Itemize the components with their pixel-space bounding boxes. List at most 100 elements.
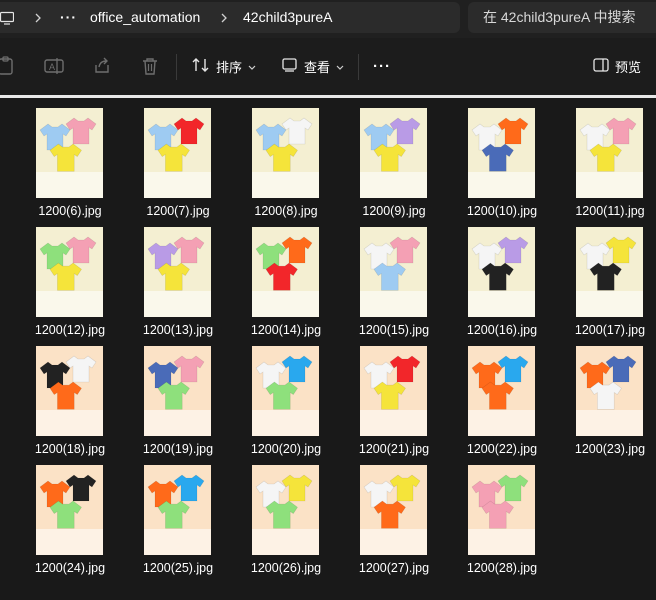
file-name: 1200(17).jpg bbox=[574, 323, 646, 337]
file-thumbnail bbox=[144, 465, 211, 555]
view-label: 查看 bbox=[304, 59, 331, 75]
file-thumbnail bbox=[468, 227, 535, 317]
file-item[interactable]: 1200(11).jpg bbox=[574, 98, 656, 218]
file-name: 1200(28).jpg bbox=[466, 561, 538, 575]
file-item[interactable]: 1200(9).jpg bbox=[358, 98, 466, 218]
file-name: 1200(16).jpg bbox=[466, 323, 538, 337]
paste-icon[interactable] bbox=[0, 54, 18, 78]
search-input[interactable]: 在 42child3pureA 中搜索 bbox=[468, 2, 656, 33]
file-name: 1200(12).jpg bbox=[34, 323, 106, 337]
chevron-right-icon bbox=[34, 2, 42, 33]
preview-pane-icon bbox=[593, 57, 609, 75]
file-item[interactable]: 1200(23).jpg bbox=[574, 336, 656, 456]
chevron-right-icon bbox=[220, 2, 228, 33]
breadcrumb[interactable]: ··· office_automation 42child3pureA bbox=[0, 2, 460, 33]
file-item[interactable]: 1200(17).jpg bbox=[574, 217, 656, 337]
file-item[interactable]: 1200(8).jpg bbox=[250, 98, 358, 218]
file-name: 1200(6).jpg bbox=[38, 204, 102, 218]
sort-button[interactable]: 排序 bbox=[192, 52, 256, 80]
file-grid: 1200(6).jpg 1200(7).jpg 1200(8).jpg 1200(9)… bbox=[0, 98, 656, 600]
file-name: 1200(15).jpg bbox=[358, 323, 430, 337]
breadcrumb-more-button[interactable]: ··· bbox=[60, 2, 77, 33]
sort-label: 排序 bbox=[216, 59, 243, 75]
file-thumbnail bbox=[144, 346, 211, 436]
file-item[interactable]: 1200(10).jpg bbox=[466, 98, 574, 218]
file-item[interactable]: 1200(25).jpg bbox=[142, 455, 250, 575]
file-thumbnail bbox=[36, 227, 103, 317]
search-placeholder: 在 42child3pureA 中搜索 bbox=[483, 9, 636, 25]
file-name: 1200(18).jpg bbox=[34, 442, 106, 456]
file-name: 1200(20).jpg bbox=[250, 442, 322, 456]
file-thumbnail bbox=[36, 346, 103, 436]
file-name: 1200(21).jpg bbox=[358, 442, 430, 456]
share-icon[interactable] bbox=[90, 54, 114, 78]
separator bbox=[358, 54, 359, 80]
file-name: 1200(7).jpg bbox=[146, 204, 210, 218]
file-thumbnail bbox=[252, 465, 319, 555]
file-thumbnail bbox=[360, 346, 427, 436]
file-name: 1200(26).jpg bbox=[250, 561, 322, 575]
file-name: 1200(14).jpg bbox=[250, 323, 322, 337]
file-thumbnail bbox=[252, 346, 319, 436]
file-thumbnail bbox=[468, 108, 535, 198]
svg-text:A: A bbox=[49, 62, 55, 72]
file-item[interactable]: 1200(24).jpg bbox=[34, 455, 142, 575]
file-name: 1200(23).jpg bbox=[574, 442, 646, 456]
file-thumbnail bbox=[252, 108, 319, 198]
file-thumbnail bbox=[468, 346, 535, 436]
file-item[interactable]: 1200(19).jpg bbox=[142, 336, 250, 456]
file-thumbnail bbox=[36, 465, 103, 555]
file-item[interactable]: 1200(16).jpg bbox=[466, 217, 574, 337]
file-thumbnail bbox=[36, 108, 103, 198]
file-name: 1200(22).jpg bbox=[466, 442, 538, 456]
rename-icon[interactable]: A bbox=[42, 54, 66, 78]
file-thumbnail bbox=[468, 465, 535, 555]
file-item[interactable]: 1200(7).jpg bbox=[142, 98, 250, 218]
breadcrumb-item-office-automation[interactable]: office_automation bbox=[90, 2, 200, 33]
file-item[interactable]: 1200(18).jpg bbox=[34, 336, 142, 456]
file-name: 1200(8).jpg bbox=[254, 204, 318, 218]
file-thumbnail bbox=[252, 227, 319, 317]
chevron-down-icon bbox=[336, 59, 344, 74]
file-item[interactable]: 1200(27).jpg bbox=[358, 455, 466, 575]
file-thumbnail bbox=[576, 346, 643, 436]
file-thumbnail bbox=[360, 227, 427, 317]
see-more-button[interactable]: ··· bbox=[373, 52, 391, 80]
file-item[interactable]: 1200(26).jpg bbox=[250, 455, 358, 575]
file-thumbnail bbox=[576, 108, 643, 198]
file-name: 1200(19).jpg bbox=[142, 442, 214, 456]
file-name: 1200(10).jpg bbox=[466, 204, 538, 218]
file-item[interactable]: 1200(22).jpg bbox=[466, 336, 574, 456]
file-thumbnail bbox=[360, 108, 427, 198]
preview-pane-button[interactable]: 预览 bbox=[593, 52, 641, 80]
sort-icon bbox=[192, 57, 210, 76]
breadcrumb-item-current-folder[interactable]: 42child3pureA bbox=[243, 2, 333, 33]
file-thumbnail bbox=[576, 227, 643, 317]
file-thumbnail bbox=[144, 227, 211, 317]
delete-icon[interactable] bbox=[138, 54, 162, 78]
file-name: 1200(25).jpg bbox=[142, 561, 214, 575]
monitor-icon[interactable] bbox=[0, 2, 14, 33]
file-item[interactable]: 1200(15).jpg bbox=[358, 217, 466, 337]
file-name: 1200(13).jpg bbox=[142, 323, 214, 337]
file-item[interactable]: 1200(20).jpg bbox=[250, 336, 358, 456]
file-item[interactable]: 1200(12).jpg bbox=[34, 217, 142, 337]
file-name: 1200(9).jpg bbox=[362, 204, 426, 218]
preview-label: 预览 bbox=[615, 59, 642, 75]
file-thumbnail bbox=[360, 465, 427, 555]
file-name: 1200(11).jpg bbox=[575, 204, 645, 218]
file-thumbnail bbox=[144, 108, 211, 198]
file-item[interactable]: 1200(13).jpg bbox=[142, 217, 250, 337]
file-item[interactable]: 1200(21).jpg bbox=[358, 336, 466, 456]
file-item[interactable]: 1200(14).jpg bbox=[250, 217, 358, 337]
file-item[interactable]: 1200(6).jpg bbox=[34, 98, 142, 218]
file-name: 1200(27).jpg bbox=[358, 561, 430, 575]
view-icon bbox=[282, 57, 298, 75]
address-bar: ··· office_automation 42child3pureA 在 42… bbox=[0, 0, 656, 38]
file-name: 1200(24).jpg bbox=[34, 561, 106, 575]
file-item[interactable]: 1200(28).jpg bbox=[466, 455, 574, 575]
view-button[interactable]: 查看 bbox=[282, 52, 344, 80]
separator bbox=[176, 54, 177, 80]
command-bar: A 排序 查看 ··· 预览 bbox=[0, 38, 656, 96]
chevron-down-icon bbox=[248, 59, 256, 74]
